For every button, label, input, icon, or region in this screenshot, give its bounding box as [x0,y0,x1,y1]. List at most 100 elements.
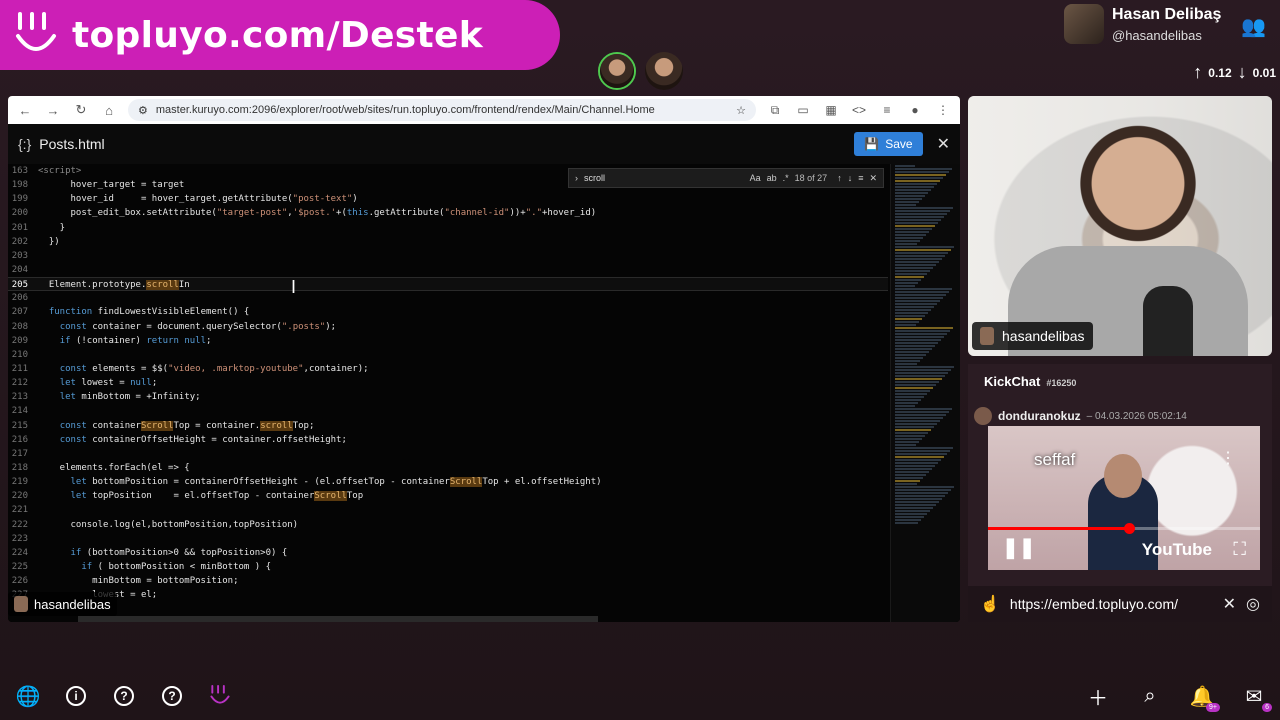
topluyo-icon[interactable] [208,684,232,708]
more-options-icon[interactable]: ⋮ [1220,448,1236,468]
code-line[interactable]: 213 let minBottom = +Infinity; [8,390,888,404]
info-icon[interactable]: i [64,684,88,708]
line-text[interactable]: console.log(el,bottomPosition,topPositio… [38,518,299,532]
whole-word-toggle[interactable]: ab [767,173,777,183]
viewer-avatar[interactable] [645,52,683,90]
code-line[interactable]: 214 [8,404,888,418]
line-text[interactable]: <script> [38,164,81,178]
code-line[interactable]: 205 Element.prototype.scrollIn [8,277,888,292]
find-widget[interactable]: › scroll Aa ab .* 18 of 27 ↑ ↓ ≡ ✕ [568,168,884,188]
code-line[interactable]: 202 }) [8,235,888,249]
line-text[interactable]: if ( bottomPosition < minBottom ) { [38,560,271,574]
find-input[interactable]: scroll [584,173,744,183]
viewer-avatar[interactable] [598,52,636,90]
code-editor[interactable]: 163 <script> 198 hover_target = target 199 … [8,164,960,622]
mail-icon[interactable]: ✉ 6 [1242,684,1272,712]
home-icon[interactable]: ⌂ [100,103,118,118]
webcam-feed[interactable] [968,96,1272,356]
fullscreen-icon[interactable]: ⛶ [1233,539,1246,560]
code-line[interactable]: 201 } [8,221,888,235]
horizontal-scrollbar[interactable] [78,616,598,622]
pause-icon[interactable]: ❚❚ [1002,535,1036,560]
close-icon[interactable]: ✕ [1223,594,1236,614]
code-line[interactable]: 226 minBottom = bottomPosition; [8,574,888,588]
line-text[interactable]: const elements = $$("video, .marktop-you… [38,362,369,376]
code-line[interactable]: 199 hover_id = hover_target.getAttribute… [8,192,888,206]
line-text[interactable]: hover_id = hover_target.getAttribute("po… [38,192,358,206]
find-in-selection-icon[interactable]: ≡ [858,173,863,183]
line-text[interactable]: elements.forEach(el => { [38,461,190,475]
code-line[interactable]: 210 [8,348,888,362]
address-bar[interactable]: ⚙ master.kuruyo.com:2096/explorer/root/w… [128,99,756,121]
line-text[interactable]: let topPosition = el.offsetTop - contain… [38,489,363,503]
video-title[interactable]: seffaf [1034,450,1075,470]
bell-icon[interactable]: 🔔 9+ [1190,684,1220,712]
code-line[interactable]: 200 post_edit_box.setAttribute("target-p… [8,206,888,220]
qr-icon[interactable]: ▦ [822,103,840,117]
next-match-icon[interactable]: ↓ [848,173,853,183]
cast-icon[interactable]: ▭ [794,103,812,117]
screenshot-icon[interactable]: ◎ [1246,594,1260,614]
devtools-icon[interactable]: <> [850,103,868,117]
embed-url[interactable]: https://embed.topluyo.com/ [1010,596,1213,612]
line-text[interactable]: let lowest = null; [38,376,158,390]
code-line[interactable]: 203 [8,249,888,263]
site-info-icon[interactable]: ⚙ [138,104,148,117]
reading-list-icon[interactable]: ≡ [878,103,896,117]
line-text[interactable]: minBottom = bottomPosition; [38,574,238,588]
save-button[interactable]: 💾 Save [854,132,923,156]
code-line[interactable]: 217 [8,447,888,461]
code-line[interactable]: 204 [8,263,888,277]
youtube-embed[interactable]: seffaf ⋮ ❚❚ YouTube ⛶ [988,426,1260,570]
code-line[interactable]: 225 if ( bottomPosition < minBottom ) { [8,560,888,574]
help-icon[interactable]: ? [112,684,136,708]
back-icon[interactable]: ← [16,103,34,118]
close-find-icon[interactable]: ✕ [869,173,877,184]
line-text[interactable]: }) [38,235,60,249]
people-icon[interactable]: 👥 [1241,14,1266,39]
search-icon[interactable]: ⌕ [1138,684,1162,708]
avatar[interactable] [1064,4,1104,44]
menu-icon[interactable]: ⋮ [934,103,952,117]
line-text[interactable]: } [38,221,65,235]
code-line[interactable]: 212 let lowest = null; [8,376,888,390]
line-text[interactable]: function findLowestVisibleElement() { [38,305,250,319]
minimap[interactable] [890,164,960,622]
code-line[interactable]: 207 function findLowestVisibleElement() … [8,305,888,319]
prev-match-icon[interactable]: ↑ [837,173,842,183]
code-line[interactable]: 215 const containerScrollTop = container… [8,419,888,433]
line-text[interactable]: const containerScrollTop = container.scr… [38,419,314,433]
code-line[interactable]: 220 let topPosition = el.offsetTop - con… [8,489,888,503]
reload-icon[interactable]: ↻ [72,102,90,118]
code-lines[interactable]: 163 <script> 198 hover_target = target 199 … [8,164,888,602]
code-line[interactable]: 216 const containerOffsetHeight = contai… [8,433,888,447]
line-text[interactable]: Element.prototype.scrollIn [38,278,190,291]
code-line[interactable]: 227 lowest = el; [8,588,888,602]
avatar[interactable] [974,407,992,425]
code-line[interactable]: 209 if (!container) return null; [8,334,888,348]
extensions-icon[interactable]: ⧉ [766,103,784,118]
line-text[interactable]: const container = document.querySelector… [38,320,336,334]
brand-banner[interactable]: topluyo.com/Destek [0,0,560,70]
code-line[interactable]: 211 const elements = $$("video, .marktop… [8,362,888,376]
line-text[interactable]: if (bottomPosition>0 && topPosition>0) { [38,546,288,560]
code-line[interactable]: 224 if (bottomPosition>0 && topPosition>… [8,546,888,560]
chat-username[interactable]: donduranokuz [998,409,1081,423]
code-line[interactable]: 218 elements.forEach(el => { [8,461,888,475]
code-line[interactable]: 208 const container = document.querySele… [8,320,888,334]
code-line[interactable]: 223 [8,532,888,546]
globe-icon[interactable]: 🌐 [16,684,41,708]
profile-icon[interactable]: ● [906,103,924,117]
forward-icon[interactable]: → [44,103,62,118]
code-line[interactable]: 222 console.log(el,bottomPosition,topPos… [8,518,888,532]
code-line[interactable]: 221 [8,503,888,517]
line-text[interactable]: let minBottom = +Infinity; [38,390,201,404]
line-text[interactable]: post_edit_box.setAttribute("target-post"… [38,206,597,220]
line-text[interactable]: hover_target = target [38,178,185,192]
code-line[interactable]: 219 let bottomPosition = containerOffset… [8,475,888,489]
line-text[interactable]: if (!container) return null; [38,334,212,348]
plus-icon[interactable]: ＋ [1086,684,1110,710]
help-alt-icon[interactable]: ? [160,684,184,708]
code-line[interactable]: 206 [8,291,888,305]
line-text[interactable]: let bottomPosition = containerOffsetHeig… [38,475,602,489]
